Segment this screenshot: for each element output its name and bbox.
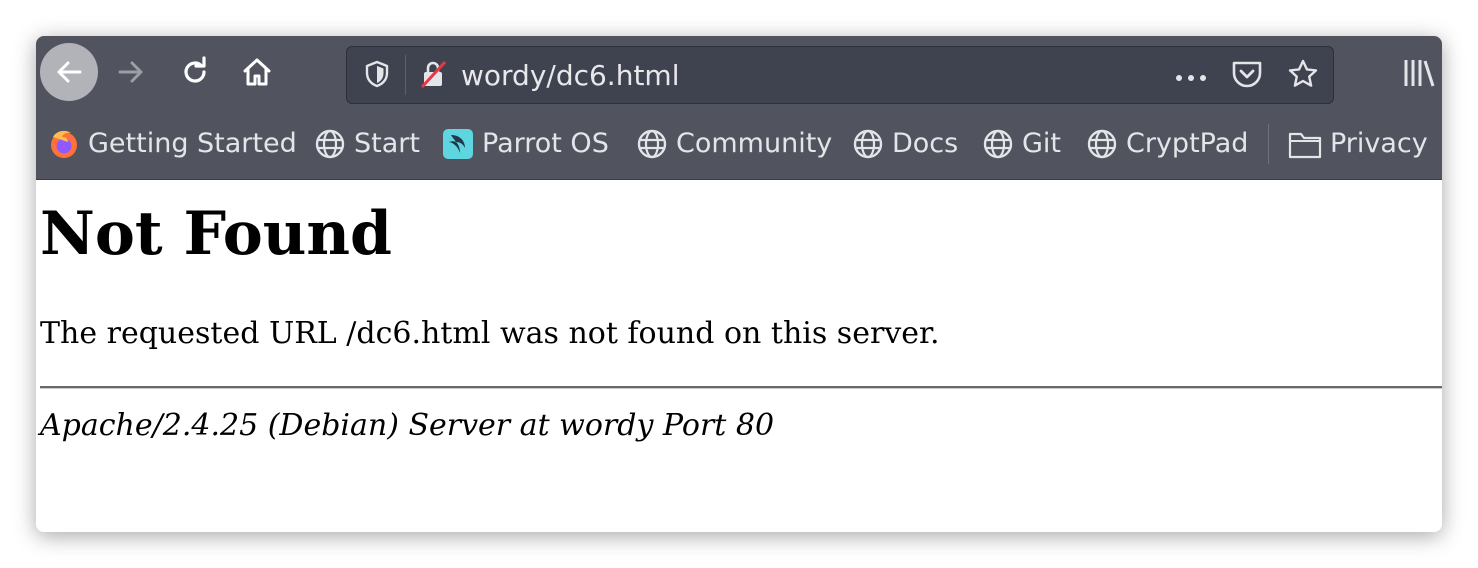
nav-toolbar: wordy/dc6.html [36, 36, 1442, 108]
bookmark-start[interactable]: Start [314, 108, 420, 179]
globe-icon [982, 128, 1014, 160]
shield-icon [364, 60, 390, 92]
folder-icon [1288, 129, 1322, 159]
reload-icon [179, 56, 211, 88]
bookmark-cryptpad[interactable]: CryptPad [1086, 108, 1248, 179]
bookmark-label: Privacy [1330, 128, 1428, 159]
home-icon [240, 55, 274, 89]
tracking-protection-button[interactable] [359, 47, 395, 105]
star-icon [1287, 58, 1319, 94]
url-text[interactable]: wordy/dc6.html [461, 47, 680, 105]
server-signature: Apache/2.4.25 (Debian) Server at wordy P… [40, 408, 775, 443]
bookmark-label: Git [1022, 128, 1062, 159]
bookmark-getting-started[interactable]: Getting Started [48, 108, 297, 179]
forward-arrow-icon [115, 56, 147, 88]
bookmarks-toolbar: Getting Started Start Parrot OS Communit… [36, 108, 1442, 180]
page-actions-button[interactable] [1171, 47, 1211, 105]
bookmark-docs[interactable]: Docs [852, 108, 958, 179]
more-actions-icon [1175, 67, 1207, 86]
bookmarks-separator [1268, 124, 1269, 164]
horizontal-rule [40, 386, 1442, 389]
bookmark-parrot-os[interactable]: Parrot OS [442, 108, 609, 179]
pocket-icon [1231, 59, 1263, 93]
page-title: Not Found [40, 199, 393, 269]
url-bar[interactable]: wordy/dc6.html [346, 46, 1334, 104]
bookmark-label: Community [676, 128, 833, 159]
globe-icon [314, 128, 346, 160]
bookmark-label: Start [354, 128, 420, 159]
bookmark-star-button[interactable] [1283, 47, 1323, 105]
bookmark-label: CryptPad [1126, 128, 1249, 159]
globe-icon [1086, 128, 1118, 160]
bookmark-label: Getting Started [88, 128, 297, 159]
globe-icon [852, 128, 884, 160]
back-button[interactable] [40, 43, 98, 101]
bookmark-git[interactable]: Git [982, 108, 1061, 179]
pocket-button[interactable] [1227, 47, 1267, 105]
home-button[interactable] [230, 45, 284, 99]
library-icon [1402, 60, 1436, 92]
error-message: The requested URL /dc6.html was not foun… [40, 316, 940, 351]
globe-icon [636, 128, 668, 160]
firefox-icon [48, 128, 80, 160]
bookmark-label: Docs [892, 128, 959, 159]
bookmark-label: Parrot OS [482, 128, 609, 159]
forward-button[interactable] [104, 45, 158, 99]
back-arrow-icon [53, 56, 85, 88]
browser-window: wordy/dc6.html Getting Started Start Par… [36, 36, 1442, 532]
url-separator [405, 55, 406, 95]
reload-button[interactable] [168, 45, 222, 99]
bookmark-folder-privacy[interactable]: Privacy [1288, 108, 1428, 179]
parrot-icon [442, 128, 474, 160]
insecure-lock-icon [418, 59, 448, 93]
page-content: Not Found The requested URL /dc6.html wa… [36, 180, 1442, 532]
bookmark-community[interactable]: Community [636, 108, 832, 179]
site-info-button[interactable] [415, 47, 451, 105]
library-button[interactable] [1402, 58, 1436, 92]
